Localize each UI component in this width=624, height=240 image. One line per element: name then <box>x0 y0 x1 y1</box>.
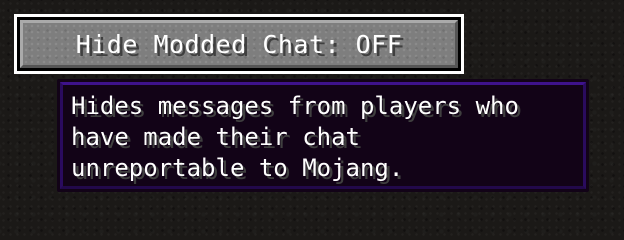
tooltip: Hides messages from players who have mad… <box>57 79 589 192</box>
tooltip-line: unreportable to Mojang. <box>71 154 404 182</box>
button-label: Hide Modded Chat: OFF <box>75 29 403 59</box>
tooltip-line: Hides messages from players who <box>71 92 519 120</box>
button-face[interactable]: Hide Modded Chat: OFF <box>20 20 458 68</box>
hide-modded-chat-toggle-button[interactable]: Hide Modded Chat: OFF <box>14 14 464 74</box>
tooltip-line: have made their chat <box>71 123 360 151</box>
tooltip-body: Hides messages from players who have mad… <box>60 82 586 189</box>
